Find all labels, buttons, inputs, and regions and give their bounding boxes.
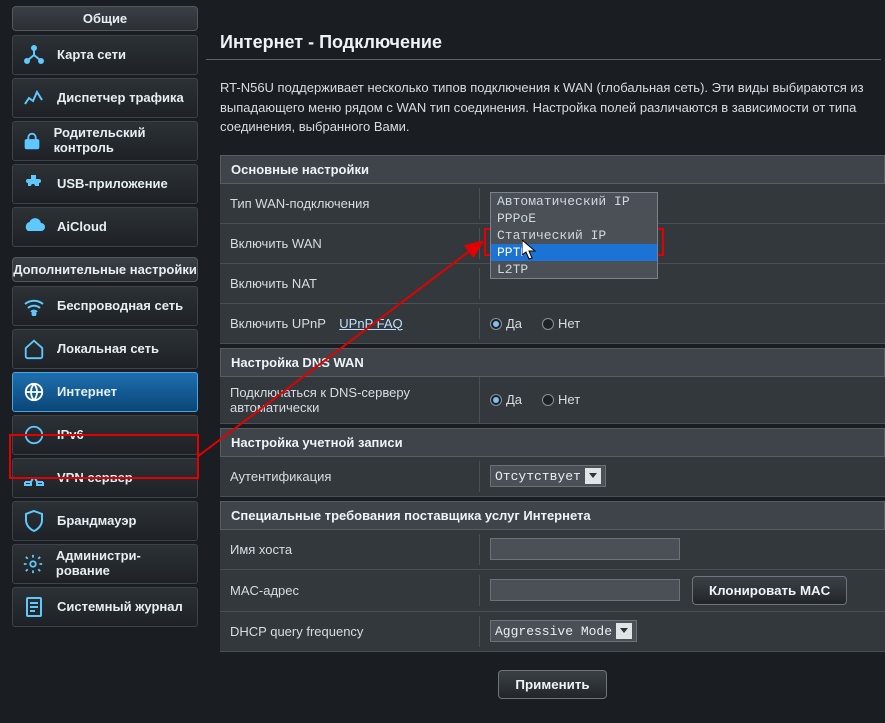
sidebar-header-general: Общие — [12, 6, 198, 31]
wan-option-static[interactable]: Статический IP — [491, 227, 657, 244]
label-hostname: Имя хоста — [220, 534, 480, 565]
sidebar-item-vpn[interactable]: VPN сервер — [12, 458, 198, 498]
row-dhcp: DHCP query frequency Aggressive Mode — [220, 612, 885, 652]
row-mac: MAC-адрес Клонировать MAC — [220, 570, 885, 612]
sidebar-item-network-map[interactable]: Карта сети — [12, 35, 198, 75]
sidebar-item-lan[interactable]: Локальная сеть — [12, 329, 198, 369]
lock-icon — [21, 128, 44, 154]
page-title: Интернет - Подключение — [206, 0, 881, 60]
label-mac: MAC-адрес — [220, 575, 480, 606]
traffic-icon — [21, 85, 47, 111]
nav-label: Родительский контроль — [54, 126, 189, 156]
nav-label: Администри-рование — [56, 549, 189, 579]
sidebar-header-advanced: Дополнительные настройки — [12, 257, 198, 282]
puzzle-icon — [21, 171, 47, 197]
clone-mac-button[interactable]: Клонировать MAC — [692, 576, 847, 605]
dns-radio-no[interactable]: Нет — [542, 392, 580, 407]
nav-label: Карта сети — [57, 48, 126, 63]
row-dns-auto: Подключаться к DNS-серверу автоматически… — [220, 377, 885, 424]
wan-type-dropdown[interactable]: Автоматический IP PPPoE Статический IP P… — [490, 192, 658, 279]
wan-option-l2tp[interactable]: L2TP — [491, 261, 657, 278]
wan-option-pppoe[interactable]: PPPoE — [491, 210, 657, 227]
nav-label: USB-приложение — [57, 177, 168, 192]
label-wan-type: Тип WAN-подключения — [220, 188, 480, 219]
nav-label: Брандмауэр — [57, 514, 136, 529]
chevron-down-icon — [585, 468, 601, 484]
globe-icon — [21, 379, 47, 405]
nav-label: Системный журнал — [57, 600, 183, 615]
chevron-down-icon — [616, 623, 632, 639]
label-auth: Аутентификация — [220, 461, 480, 492]
apply-button[interactable]: Применить — [498, 670, 606, 699]
label-dns-auto: Подключаться к DNS-серверу автоматически — [220, 377, 480, 423]
sidebar-item-firewall[interactable]: Брандмауэр — [12, 501, 198, 541]
sidebar: Общие Карта сети Диспетчер трафика Родит… — [12, 6, 198, 630]
auth-value: Отсутствует — [495, 469, 581, 484]
wan-option-auto[interactable]: Автоматический IP — [491, 193, 657, 210]
wan-option-pptp[interactable]: PPTP — [491, 244, 657, 261]
section-dns: Настройка DNS WAN — [220, 348, 885, 377]
section-isp: Специальные требования поставщика услуг … — [220, 501, 885, 530]
ipv6-icon — [21, 422, 47, 448]
section-basic: Основные настройки — [220, 155, 885, 184]
shield-icon — [21, 508, 47, 534]
label-enable-wan: Включить WAN — [220, 228, 480, 259]
sidebar-item-wireless[interactable]: Беспроводная сеть — [12, 286, 198, 326]
upnp-radio-no[interactable]: Нет — [542, 316, 580, 331]
journal-icon — [21, 594, 47, 620]
upnp-faq-link[interactable]: UPnP FAQ — [339, 316, 402, 331]
upnp-radio-yes[interactable]: Да — [490, 316, 522, 331]
dhcp-select[interactable]: Aggressive Mode — [490, 620, 637, 642]
row-auth: Аутентификация Отсутствует — [220, 457, 885, 497]
sidebar-item-syslog[interactable]: Системный журнал — [12, 587, 198, 627]
section-account: Настройка учетной записи — [220, 428, 885, 457]
network-map-icon — [21, 42, 47, 68]
sidebar-item-ipv6[interactable]: IPv6 — [12, 415, 198, 455]
label-dhcp: DHCP query frequency — [220, 616, 480, 647]
nav-label: VPN сервер — [57, 471, 133, 486]
sidebar-item-aicloud[interactable]: AiCloud — [12, 207, 198, 247]
dns-radio-yes[interactable]: Да — [490, 392, 522, 407]
dhcp-value: Aggressive Mode — [495, 624, 612, 639]
intro-text: RT-N56U поддерживает несколько типов под… — [206, 60, 885, 151]
hostname-input[interactable] — [490, 538, 680, 560]
row-enable-upnp: Включить UPnP UPnP FAQ Да Нет — [220, 304, 885, 344]
gear-icon — [21, 551, 46, 577]
row-hostname: Имя хоста — [220, 530, 885, 570]
sidebar-item-traffic[interactable]: Диспетчер трафика — [12, 78, 198, 118]
mac-input[interactable] — [490, 579, 680, 601]
cloud-icon — [21, 214, 47, 240]
auth-select[interactable]: Отсутствует — [490, 465, 606, 487]
vpn-icon — [21, 465, 47, 491]
sidebar-item-internet[interactable]: Интернет — [12, 372, 198, 412]
sidebar-item-usb[interactable]: USB-приложение — [12, 164, 198, 204]
main-content: Интернет - Подключение RT-N56U поддержив… — [206, 0, 885, 699]
label-enable-nat: Включить NAT — [220, 268, 480, 299]
nav-label: AiCloud — [57, 220, 107, 235]
nav-label: Локальная сеть — [57, 342, 159, 357]
nav-label: Диспетчер трафика — [57, 91, 184, 106]
sidebar-item-admin[interactable]: Администри-рование — [12, 544, 198, 584]
home-icon — [21, 336, 47, 362]
nav-label: IPv6 — [57, 428, 84, 443]
nav-label: Беспроводная сеть — [57, 299, 183, 314]
sidebar-item-parental[interactable]: Родительский контроль — [12, 121, 198, 161]
nav-label: Интернет — [57, 385, 117, 400]
label-enable-upnp: Включить UPnP UPnP FAQ — [220, 308, 480, 339]
wifi-icon — [21, 293, 47, 319]
